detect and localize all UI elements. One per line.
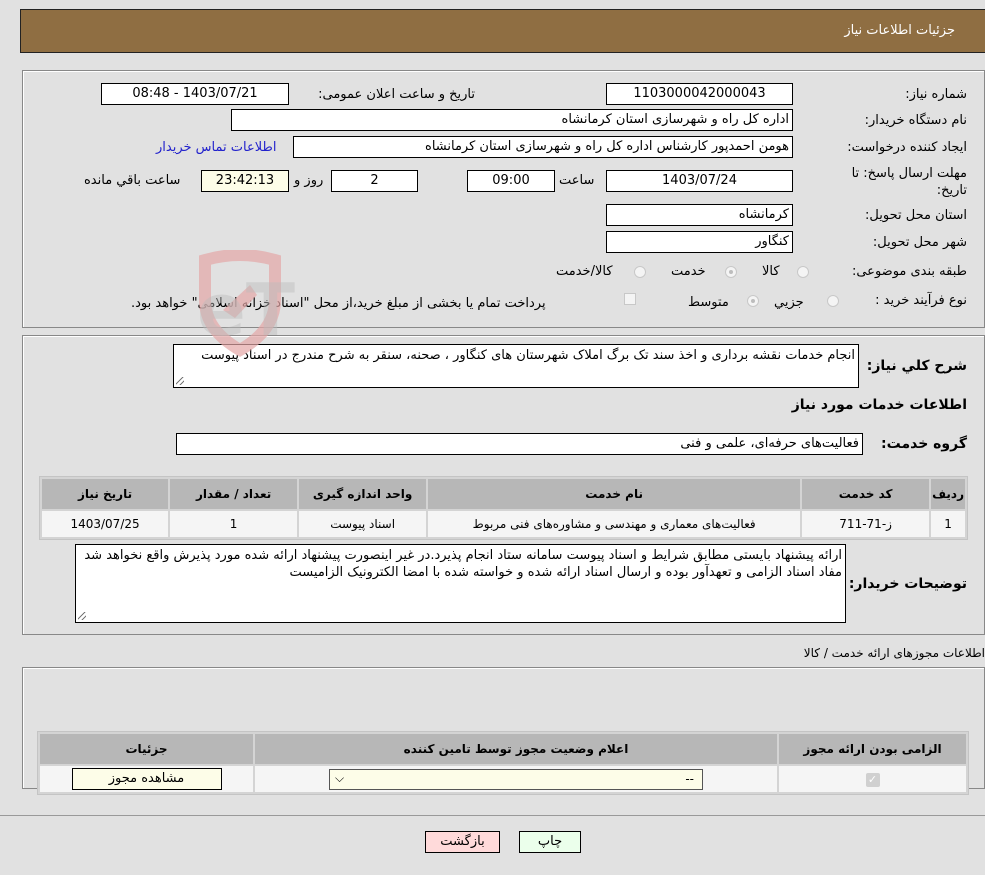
category-option-goods: کالا [762,264,780,279]
process-label: نوع فرآیند خرید : [875,293,967,308]
permit-required-checkbox: ✓ [865,772,880,787]
cell-permit-status: -- ⌵ [255,766,777,792]
col-header-qty: تعداد / مقدار [170,479,298,509]
process-option-minor: جزيي [774,295,804,310]
resize-grip-icon[interactable] [176,377,184,385]
deadline-date-field: 1403/07/24 [606,170,793,192]
category-radio-goods[interactable] [797,266,809,278]
treasury-checkbox[interactable] [624,293,636,305]
resize-grip-icon[interactable] [78,612,86,620]
cell-need-date: 1403/07/25 [42,511,169,537]
services-section-title: اطلاعات خدمات مورد نیاز [791,397,967,413]
cell-row-number: 1 [931,511,965,537]
page-header: جزئیات اطلاعات نیاز [20,9,985,53]
services-table-header: ردیف کد خدمت نام خدمت واحد اندازه گیری ت… [42,479,965,509]
table-row: ✓ -- ⌵ مشاهده مجوز [40,766,966,792]
permit-status-select[interactable]: -- ⌵ [329,768,703,790]
need-number-label: شماره نیاز: [905,87,967,102]
buyer-org-label: نام دستگاه خریدار: [864,113,967,128]
col-header-row: ردیف [931,479,965,509]
buyer-notes-line-2: مفاد اسناد الزامی و تعهدآور بوده و ارسال… [289,565,842,580]
need-number-field: 1103000042000043 [606,83,793,105]
cell-service-code: ز-71-711 [802,511,930,537]
category-option-goods-service: کالا/خدمت [556,264,613,279]
cell-service-name: فعالیت‌های معماری و مهندسی و مشاوره‌های … [428,511,801,537]
category-option-service: خدمت [671,264,706,279]
general-desc-textarea[interactable]: انجام خدمات نقشه برداری و اخذ سند تک برگ… [173,344,859,388]
category-radio-service[interactable] [725,266,737,278]
footer-divider [0,815,985,816]
view-permit-button[interactable]: مشاهده مجوز [71,768,222,790]
process-radio-medium[interactable] [747,295,759,307]
services-table: ردیف کد خدمت نام خدمت واحد اندازه گیری ت… [39,476,968,540]
back-button[interactable]: بازگشت [425,831,500,853]
announce-label: تاریخ و ساعت اعلان عمومی: [318,87,475,102]
remaining-time-label: ساعت باقي مانده [84,173,181,188]
deadline-time-field: 09:00 [467,170,555,192]
service-group-label: گروه خدمت: [881,436,967,452]
deadline-time-label: ساعت [559,173,595,188]
service-group-field: فعالیت‌های حرفه‌ای، علمی و فنی [176,433,863,455]
col-header-permit-details: جزئیات [40,734,253,764]
table-row: 1 ز-71-711 فعالیت‌های معماری و مهندسی و … [42,511,965,537]
col-header-permit-required: الزامی بودن ارائه مجوز [779,734,966,764]
chevron-down-icon: ⌵ [335,770,345,785]
city-field: کنگاور [606,231,793,253]
remaining-time-field: 23:42:13 [201,170,289,192]
buyer-contact-link[interactable]: اطلاعات تماس خریدار [156,140,276,155]
permits-section-title: اطلاعات مجوزهای ارائه خدمت / کالا [803,646,985,660]
province-label: استان محل تحویل: [865,208,967,223]
treasury-checkbox-label: پرداخت تمام یا بخشی از مبلغ خرید،از محل … [131,296,546,311]
col-header-unit: واحد اندازه گیری [299,479,427,509]
announce-datetime-field: 1403/07/21 - 08:48 [101,83,289,105]
cell-permit-details: مشاهده مجوز [40,766,253,792]
days-remaining-field: 2 [331,170,418,192]
buyer-org-field: اداره کل راه و شهرسازی استان کرمانشاه [231,109,793,131]
print-button[interactable]: چاپ [519,831,581,853]
process-radio-minor[interactable] [827,295,839,307]
days-label: روز و [294,173,324,188]
col-header-code: کد خدمت [802,479,930,509]
general-desc-text: انجام خدمات نقشه برداری و اخذ سند تک برگ… [201,348,855,363]
buyer-notes-label: توضیحات خریدار: [848,576,967,592]
col-header-permit-status: اعلام وضعیت مجوز توسط تامین کننده [255,734,777,764]
creator-label: ایجاد کننده درخواست: [847,140,967,155]
province-field: کرمانشاه [606,204,793,226]
cell-unit: اسناد پیوست [299,511,427,537]
permit-status-value: -- [685,771,694,786]
general-desc-label: شرح كلي نياز: [866,358,967,374]
cell-permit-required: ✓ [779,766,966,792]
category-label: طبقه بندی موضوعی: [851,264,967,279]
cell-quantity: 1 [170,511,298,537]
category-radio-goods-service[interactable] [634,266,646,278]
deadline-label: مهلت ارسال پاسخ: تا تاریخ: [851,166,967,198]
page-title: جزئیات اطلاعات نیاز [844,23,955,38]
creator-field: هومن احمدپور کارشناس اداره کل راه و شهرس… [293,136,793,158]
buyer-notes-line-1: ارائه پیشنهاد بایستی مطابق شرایط و اسناد… [84,548,842,563]
buyer-notes-textarea[interactable]: ارائه پیشنهاد بایستی مطابق شرایط و اسناد… [75,544,846,623]
col-header-date: تاریخ نیاز [42,479,169,509]
city-label: شهر محل تحویل: [872,235,967,250]
process-option-medium: متوسط [688,295,729,310]
permits-table: الزامی بودن ارائه مجوز اعلام وضعیت مجوز … [37,731,969,795]
permits-table-header: الزامی بودن ارائه مجوز اعلام وضعیت مجوز … [40,734,966,764]
col-header-name: نام خدمت [428,479,801,509]
